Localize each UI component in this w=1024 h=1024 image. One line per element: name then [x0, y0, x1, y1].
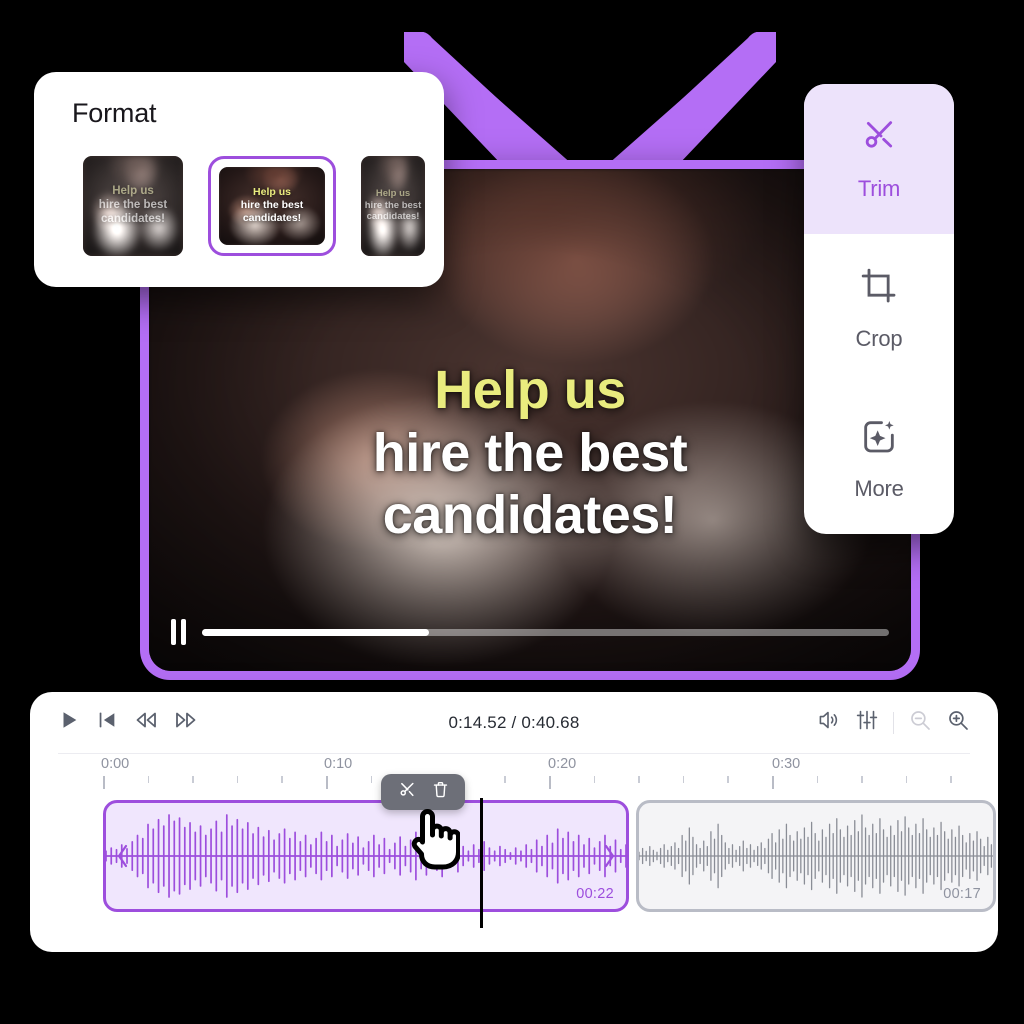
thumbnail-caption: Help us hire the best candidates! — [219, 186, 325, 224]
timeline-ruler[interactable]: 0:00 0:10 0:20 0:30 — [58, 754, 970, 800]
zoom-in-icon[interactable] — [946, 708, 970, 737]
timeline-playhead[interactable] — [480, 798, 483, 928]
split-button[interactable] — [397, 780, 417, 805]
sparkle-icon — [859, 416, 899, 462]
ruler-ticks — [58, 776, 970, 790]
ruler-label: 0:00 — [101, 756, 130, 772]
caption-line-2: hire the best — [372, 422, 688, 483]
thumb-caption-line-1: Help us — [112, 185, 154, 198]
format-options-list: Help us hire the best candidates! Help u… — [72, 145, 425, 267]
ruler-label: 0:10 — [324, 756, 353, 772]
timeline-clips: 00:22 00:17 — [58, 798, 996, 928]
thumbnail-caption: Help us hire the best candidates! — [83, 184, 183, 226]
sliders-icon[interactable] — [855, 708, 879, 737]
format-option-square[interactable]: Help us hire the best candidates! — [72, 145, 194, 267]
caption-line-3: candidates! — [382, 485, 678, 546]
video-progress-slider[interactable] — [202, 628, 889, 636]
format-thumbnail: Help us hire the best candidates! — [219, 167, 325, 245]
timeline-right-tools — [817, 708, 971, 737]
timeline-panel: 0:14.52 / 0:40.68 0:00 0:10 0:20 0:30 00… — [30, 692, 998, 952]
format-thumbnail: Help us hire the best candidates! — [83, 156, 183, 256]
thumb-caption-line-3: candidates! — [101, 213, 165, 226]
scissors-icon — [859, 116, 899, 162]
waveform-clip-2 — [639, 814, 993, 898]
tool-rail-item-crop[interactable]: Crop — [804, 234, 954, 384]
rewind-icon[interactable] — [134, 708, 158, 737]
clip-left-handle[interactable] — [115, 843, 131, 869]
tool-rail-label: Crop — [855, 326, 903, 351]
thumb-caption-line-2: hire the best — [364, 199, 422, 211]
thumb-caption-line-1: Help us — [375, 187, 411, 199]
clip-duration-label: 00:17 — [943, 886, 981, 902]
thumb-caption-line-1: Help us — [253, 186, 291, 199]
tool-rail-label: Trim — [857, 176, 901, 201]
trash-icon[interactable] — [431, 780, 450, 804]
video-caption-overlay: Help us hire the best candidates! — [149, 359, 911, 547]
format-panel: Format Help us hire the best candidates!… — [34, 72, 444, 287]
clip-action-pill — [381, 774, 465, 810]
volume-icon[interactable] — [817, 708, 841, 737]
thumb-caption-line-3: candidates! — [242, 211, 302, 224]
audio-clip-2[interactable]: 00:17 — [636, 800, 996, 912]
caption-line-1: Help us — [434, 360, 626, 420]
play-icon[interactable] — [58, 709, 80, 736]
tool-rail-label: More — [854, 476, 904, 501]
video-playback-controls — [171, 619, 889, 645]
pause-icon[interactable] — [171, 619, 186, 645]
toolbar-divider — [892, 711, 894, 734]
tool-rail-item-trim[interactable]: Trim — [804, 84, 954, 234]
ruler-labels: 0:00 0:10 0:20 0:30 — [58, 754, 970, 776]
thumb-caption-line-3: candidates! — [366, 211, 420, 223]
thumbnail-caption: Help us hire the best candidates! — [361, 188, 425, 223]
crop-icon — [859, 266, 899, 312]
thumb-caption-line-2: hire the best — [240, 198, 304, 211]
clip-duration-label: 00:22 — [576, 886, 614, 902]
editing-tool-rail: Trim Crop More — [804, 84, 954, 534]
format-panel-title: Format — [72, 98, 157, 128]
fast-forward-icon[interactable] — [174, 708, 198, 737]
transport-controls — [58, 708, 198, 737]
app-canvas: Help us hire the best candidates! Format — [0, 0, 1024, 1024]
format-option-landscape[interactable]: Help us hire the best candidates! — [208, 156, 336, 256]
tool-rail-item-more[interactable]: More — [804, 384, 954, 534]
audio-clip-1[interactable]: 00:22 — [103, 800, 629, 912]
zoom-out-icon[interactable] — [908, 708, 932, 737]
ruler-label: 0:30 — [772, 756, 801, 772]
waveform-clip-1 — [106, 814, 626, 898]
timeline-toolbar: 0:14.52 / 0:40.68 — [58, 692, 970, 754]
clip-right-handle[interactable] — [601, 843, 617, 869]
ruler-label: 0:20 — [548, 756, 577, 772]
thumb-caption-line-2: hire the best — [98, 199, 168, 212]
skip-start-icon[interactable] — [96, 709, 118, 736]
format-thumbnail: Help us hire the best candidates! — [361, 156, 425, 256]
video-progress-fill — [202, 628, 429, 636]
format-option-portrait[interactable]: Help us hire the best candidates! — [350, 145, 436, 267]
